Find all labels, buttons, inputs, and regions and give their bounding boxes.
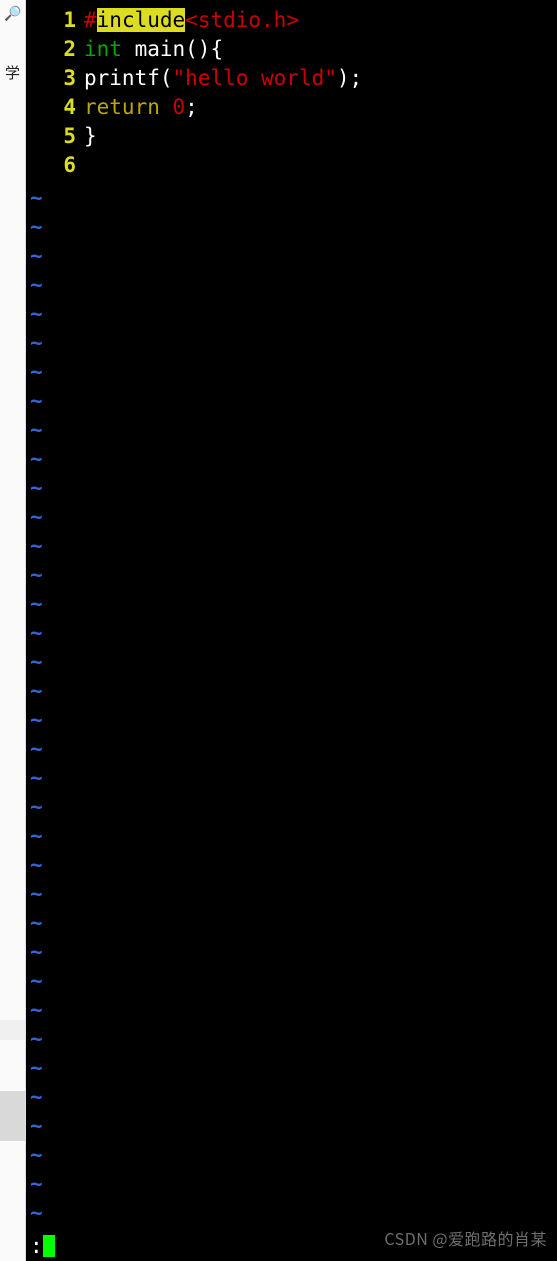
tilde-line: ~ [30,300,557,329]
tilde-line: ~ [30,503,557,532]
tilde-line: ~ [30,416,557,445]
tilde-line: ~ [30,1170,557,1199]
code-line-5[interactable]: } [84,122,557,151]
tilde-line: ~ [30,619,557,648]
token-zero: 0 [173,95,186,119]
cursor-icon [43,1235,55,1257]
tilde-line: ~ [30,996,557,1025]
token-header: <stdio.h> [185,8,299,32]
token-string: "hello world" [173,66,337,90]
host-sidebar: 🔍 学 [0,0,26,1261]
tilde-line: ~ [30,358,557,387]
empty-line-tildes: ~~~~~~~~~~~~~~~~~~~~~~~~~~~~~~~~~~~~ [30,184,557,1231]
tilde-line: ~ [30,213,557,242]
code-line-3[interactable]: printf("hello world"); [84,64,557,93]
sidebar-char: 学 [5,62,20,83]
token-int: int [84,37,122,61]
code-content[interactable]: #include<stdio.h> int main(){ printf("he… [84,6,557,180]
token-hash: # [84,8,97,32]
tilde-line: ~ [30,793,557,822]
code-line-4[interactable]: return 0; [84,93,557,122]
lineno-5: 5 [26,122,76,151]
tilde-line: ~ [30,938,557,967]
lineno-2: 2 [26,35,76,64]
vim-editor[interactable]: 1 2 3 4 5 6 #include<stdio.h> int main()… [26,0,557,1261]
tilde-line: ~ [30,764,557,793]
lineno-6: 6 [26,151,76,180]
tilde-line: ~ [30,445,557,474]
tilde-line: ~ [30,1083,557,1112]
token-printf: printf( [84,66,173,90]
lineno-3: 3 [26,64,76,93]
token-brace: } [84,124,97,148]
tilde-line: ~ [30,909,557,938]
token-include-highlight: include [97,8,186,32]
sidebar-block [0,1091,25,1141]
tilde-line: ~ [30,590,557,619]
search-icon[interactable]: 🔍 [4,6,21,22]
tilde-line: ~ [30,184,557,213]
tilde-line: ~ [30,1054,557,1083]
tilde-line: ~ [30,1141,557,1170]
command-colon: : [30,1232,43,1261]
line-numbers-gutter: 1 2 3 4 5 6 [26,6,84,180]
tilde-line: ~ [30,822,557,851]
token-semi: ; [185,95,198,119]
code-line-1[interactable]: #include<stdio.h> [84,6,557,35]
tilde-line: ~ [30,706,557,735]
lineno-4: 4 [26,93,76,122]
tilde-line: ~ [30,474,557,503]
tilde-line: ~ [30,561,557,590]
tilde-line: ~ [30,735,557,764]
token-main: main(){ [122,37,223,61]
code-line-6[interactable] [84,151,557,180]
tilde-line: ~ [30,851,557,880]
tilde-line: ~ [30,387,557,416]
tilde-line: ~ [30,329,557,358]
sidebar-gap [0,1020,25,1040]
tilde-line: ~ [30,1112,557,1141]
lineno-1: 1 [26,6,76,35]
tilde-line: ~ [30,880,557,909]
token-end: ); [337,66,362,90]
tilde-line: ~ [30,271,557,300]
code-line-2[interactable]: int main(){ [84,35,557,64]
vim-command-line[interactable]: : [26,1231,557,1261]
token-return: return [84,95,173,119]
tilde-line: ~ [30,1025,557,1054]
tilde-line: ~ [30,242,557,271]
tilde-line: ~ [30,967,557,996]
tilde-line: ~ [30,677,557,706]
tilde-line: ~ [30,532,557,561]
tilde-line: ~ [30,648,557,677]
tilde-line: ~ [30,1199,557,1228]
